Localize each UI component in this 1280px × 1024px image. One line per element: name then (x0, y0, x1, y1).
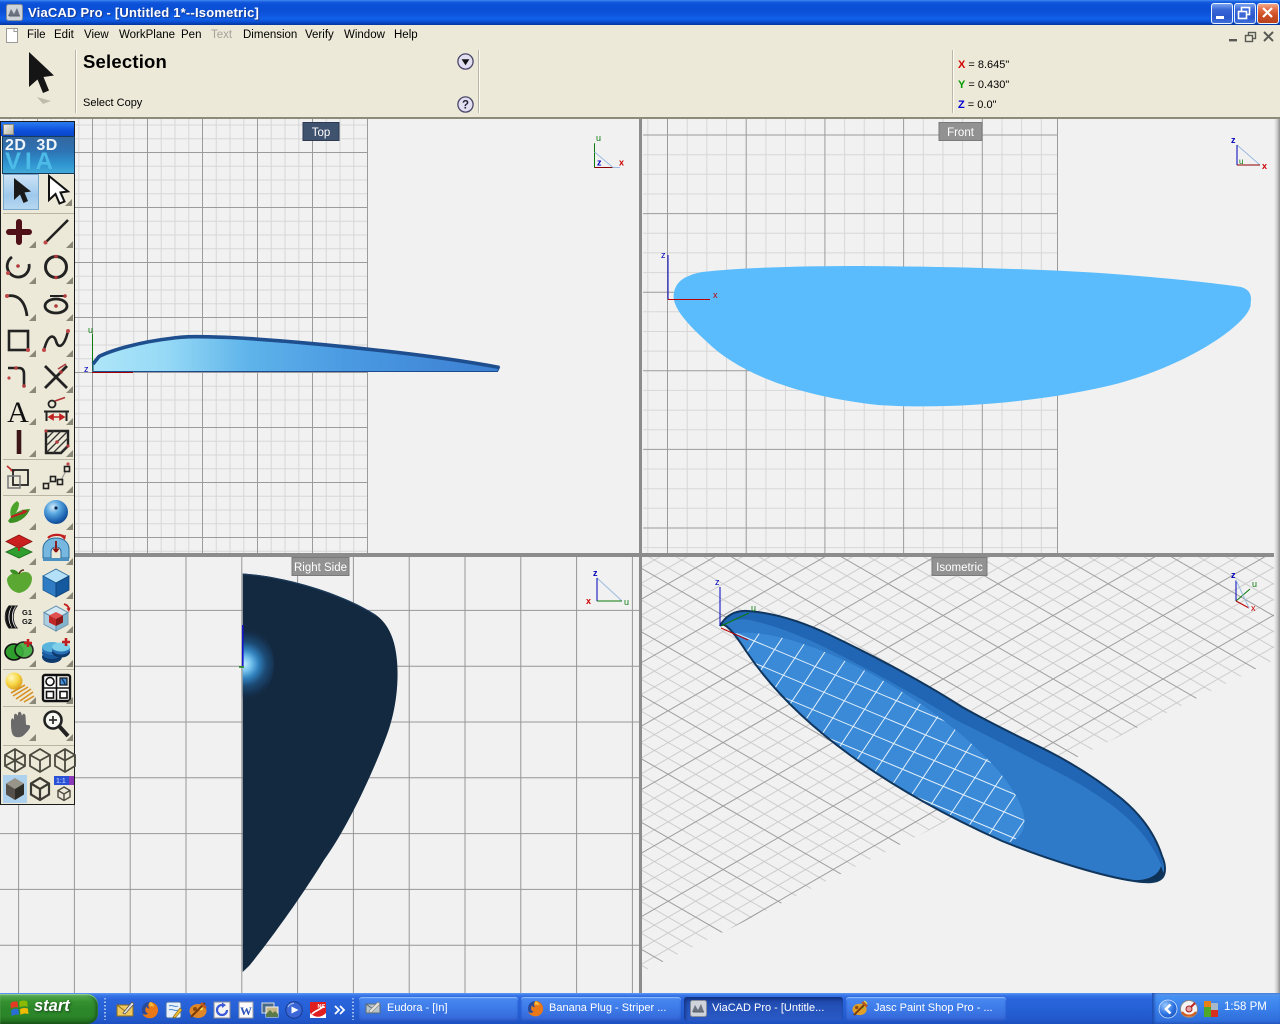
svg-text:u: u (1239, 157, 1243, 166)
svg-text:Top: Top (312, 127, 331, 139)
svg-text:x: x (713, 290, 718, 300)
svg-text:z: z (661, 250, 666, 260)
svg-text:z: z (84, 364, 89, 374)
svg-text:u: u (1252, 579, 1257, 589)
svg-text:u: u (88, 325, 93, 335)
svg-text:z: z (1231, 135, 1236, 145)
svg-text:x: x (1251, 603, 1256, 613)
svg-text:Right Side: Right Side (294, 562, 347, 574)
svg-text:z: z (715, 577, 720, 587)
svg-text:x: x (619, 158, 624, 168)
svg-text:z: z (1231, 570, 1236, 580)
svg-text:x: x (1262, 161, 1267, 171)
svg-text:G1: G1 (22, 608, 32, 617)
svg-text:Front: Front (947, 127, 975, 139)
svg-text:G2: G2 (22, 617, 32, 626)
svg-text:Isometric: Isometric (936, 562, 983, 574)
svg-text:1:1: 1:1 (56, 778, 66, 785)
svg-text:W: W (240, 1004, 252, 1018)
svg-text:u: u (596, 133, 601, 143)
svg-text:?: ? (462, 100, 469, 112)
svg-text:x: x (586, 596, 591, 606)
svg-text:u: u (624, 597, 629, 607)
svg-text:u: u (751, 603, 756, 613)
svg-text:z: z (597, 158, 602, 168)
svg-text:A: A (7, 396, 29, 426)
svg-text:z: z (593, 568, 598, 578)
